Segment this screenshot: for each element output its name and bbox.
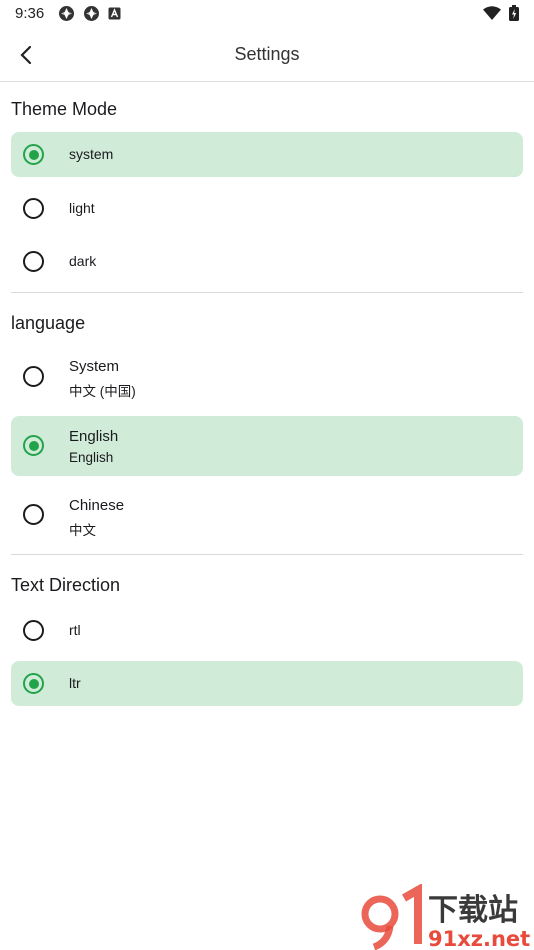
radio-selected-icon[interactable]: [23, 673, 44, 694]
system-status-icons: [483, 5, 519, 21]
theme-option-system[interactable]: system: [11, 132, 523, 177]
option-subtitle: 中文 (中国): [69, 384, 136, 399]
direction-option-ltr[interactable]: ltr: [11, 661, 523, 706]
keyboard-a-icon: [108, 7, 121, 20]
option-label: dark: [69, 253, 97, 269]
option-label: ltr: [69, 675, 81, 691]
app-bar: Settings: [0, 28, 534, 82]
battery-icon: [509, 5, 519, 21]
language-option-chinese[interactable]: Chinese 中文: [11, 485, 523, 545]
page-title: Settings: [234, 44, 300, 64]
radio-unselected-icon[interactable]: [23, 620, 44, 641]
direction-option-rtl[interactable]: rtl: [11, 608, 523, 653]
option-label: system: [69, 146, 114, 162]
watermark-text-chinese: 下载站: [428, 893, 518, 928]
watermark-emblem: [361, 884, 422, 950]
section-divider: [11, 554, 523, 555]
section-divider: [11, 292, 523, 293]
language-option-english[interactable]: English English: [11, 416, 523, 476]
option-label: light: [69, 200, 95, 216]
notification-icons: [58, 5, 121, 22]
radio-unselected-icon[interactable]: [23, 251, 44, 272]
status-bar: 9:36: [0, 0, 534, 28]
radio-selected-icon[interactable]: [23, 144, 44, 165]
watermark-text-domain: 91xz.net: [428, 927, 530, 950]
theme-option-light[interactable]: light: [11, 186, 523, 231]
option-title: English: [69, 428, 119, 445]
radio-selected-icon[interactable]: [23, 435, 44, 456]
wifi-icon: [483, 6, 501, 20]
direction-section-title: Text Direction: [11, 575, 121, 595]
app-notification-icon: [59, 6, 74, 21]
option-title: Chinese: [69, 497, 125, 514]
radio-unselected-icon[interactable]: [23, 198, 44, 219]
radio-unselected-icon[interactable]: [23, 504, 44, 525]
option-title: System: [69, 358, 120, 375]
language-option-system[interactable]: System 中文 (中国): [11, 347, 523, 407]
option-label: rtl: [69, 622, 81, 638]
theme-option-dark[interactable]: dark: [11, 239, 523, 284]
status-time: 9:36: [15, 5, 45, 22]
option-subtitle: English: [69, 450, 114, 465]
theme-section-title: Theme Mode: [11, 99, 118, 119]
app-notification-icon-2: [84, 6, 99, 21]
radio-unselected-icon[interactable]: [23, 366, 44, 387]
site-watermark-logo: 下载站 91xz.net: [361, 884, 530, 950]
option-subtitle: 中文: [69, 523, 96, 538]
language-section-title: language: [11, 313, 86, 333]
